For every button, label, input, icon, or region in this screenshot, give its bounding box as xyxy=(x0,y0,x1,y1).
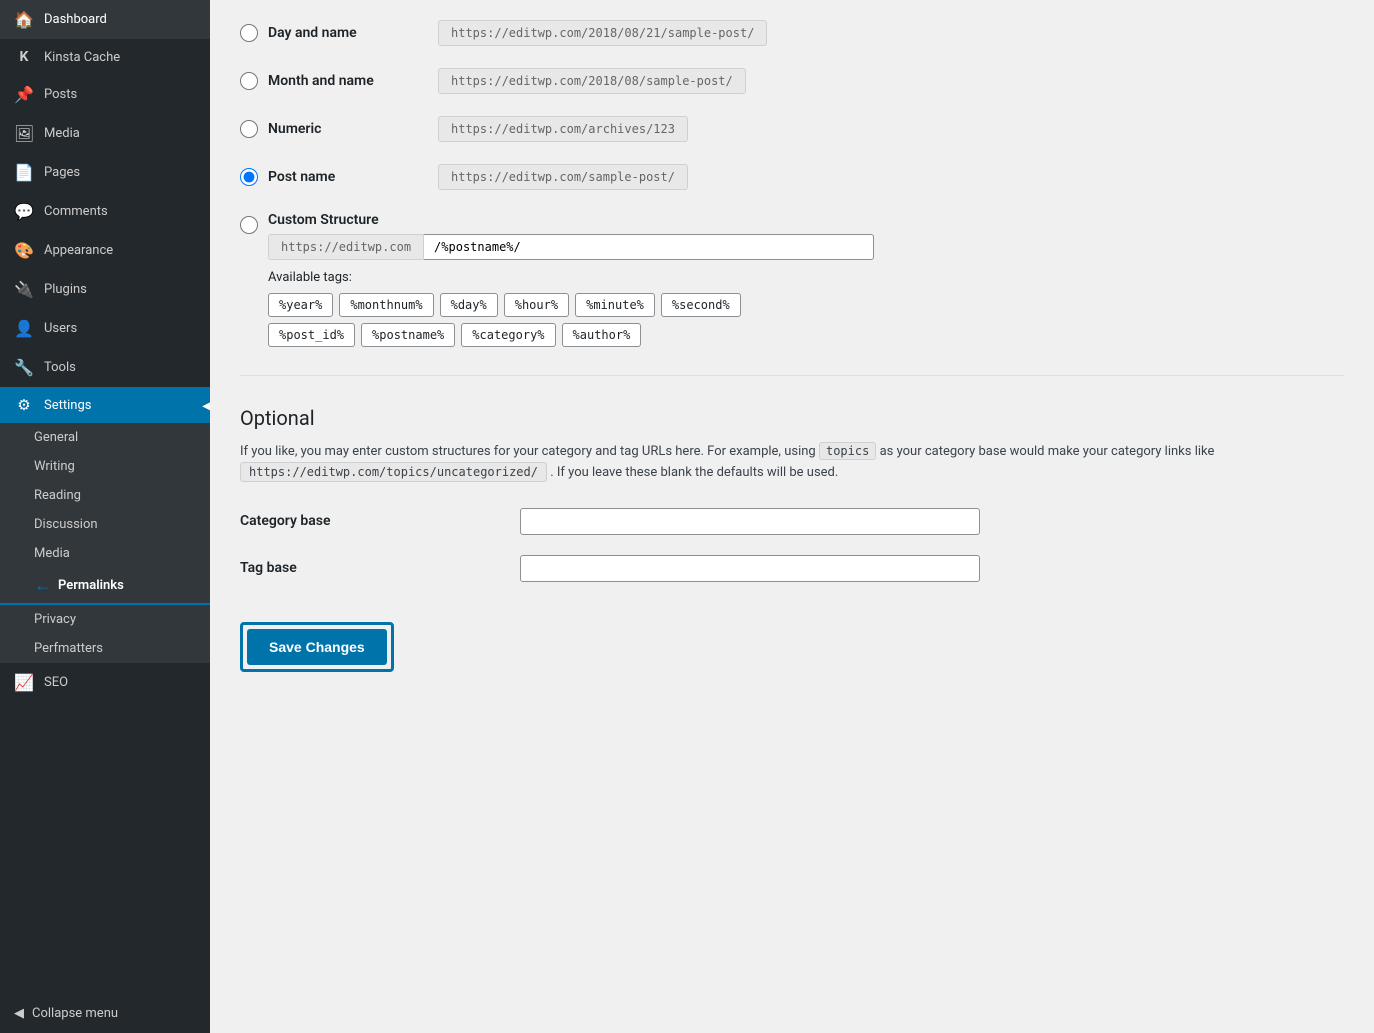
settings-sub-discussion[interactable]: Discussion xyxy=(0,510,210,539)
url-post-name: https://editwp.com/sample-post/ xyxy=(438,164,688,190)
url-numeric: https://editwp.com/archives/123 xyxy=(438,116,688,142)
tag-day[interactable]: %day% xyxy=(440,293,498,317)
collapse-menu[interactable]: ◀ Collapse menu xyxy=(0,994,210,1033)
radio-day-name[interactable] xyxy=(240,24,258,42)
arrow-left-icon: ← xyxy=(34,575,52,596)
label-month-name: Month and name xyxy=(268,73,428,89)
sidebar-item-pages[interactable]: 📄 Pages xyxy=(0,153,210,192)
tag-year[interactable]: %year% xyxy=(268,293,333,317)
settings-sub-privacy[interactable]: Privacy xyxy=(0,605,210,634)
radio-month-name[interactable] xyxy=(240,72,258,90)
label-post-name: Post name xyxy=(268,169,428,185)
appearance-icon: 🎨 xyxy=(14,241,34,260)
input-category-base[interactable] xyxy=(520,508,980,535)
sidebar-item-settings[interactable]: ⚙ Settings ◀ xyxy=(0,387,210,423)
label-day-name: Day and name xyxy=(268,25,428,41)
custom-structure-input[interactable] xyxy=(424,234,874,260)
sidebar-item-appearance[interactable]: 🎨 Appearance xyxy=(0,231,210,270)
sidebar-item-kinsta[interactable]: K Kinsta Cache xyxy=(0,39,210,75)
main-content: Day and name https://editwp.com/2018/08/… xyxy=(210,0,1374,1033)
input-tag-base[interactable] xyxy=(520,555,980,582)
tag-second[interactable]: %second% xyxy=(661,293,741,317)
radio-post-name[interactable] xyxy=(240,168,258,186)
tools-icon: 🔧 xyxy=(14,358,34,377)
permalink-option-custom: Custom Structure https://editwp.com Avai… xyxy=(240,212,1344,353)
plugins-icon: 🔌 xyxy=(14,280,34,299)
collapse-icon: ◀ xyxy=(14,1006,24,1021)
save-button-wrapper: Save Changes xyxy=(240,622,394,672)
tag-hour[interactable]: %hour% xyxy=(504,293,569,317)
settings-icon: ⚙ xyxy=(14,396,34,414)
divider xyxy=(240,375,1344,376)
settings-sub-general[interactable]: General xyxy=(0,423,210,452)
settings-sub-perfmatters[interactable]: Perfmatters xyxy=(0,634,210,663)
example-url: https://editwp.com/topics/uncategorized/ xyxy=(240,462,547,482)
settings-arrow: ◀ xyxy=(202,395,210,416)
custom-url-base: https://editwp.com xyxy=(268,234,424,260)
settings-sub-media[interactable]: Media xyxy=(0,539,210,568)
radio-custom-structure[interactable] xyxy=(240,216,258,234)
settings-sub-reading[interactable]: Reading xyxy=(0,481,210,510)
label-custom-structure: Custom Structure xyxy=(268,212,379,228)
label-numeric: Numeric xyxy=(268,121,428,137)
seo-icon: 📈 xyxy=(14,673,34,692)
url-month-name: https://editwp.com/2018/08/sample-post/ xyxy=(438,68,746,94)
tags-row-2: %post_id% %postname% %category% %author% xyxy=(268,323,874,347)
sidebar-item-comments[interactable]: 💬 Comments xyxy=(0,192,210,231)
tag-minute[interactable]: %minute% xyxy=(575,293,655,317)
users-icon: 👤 xyxy=(14,319,34,338)
optional-description: If you like, you may enter custom struct… xyxy=(240,442,1240,484)
settings-sub-writing[interactable]: Writing xyxy=(0,452,210,481)
field-tag-base: Tag base xyxy=(240,555,1344,582)
sidebar: 🏠 Dashboard K Kinsta Cache 📌 Posts 🖼 Med… xyxy=(0,0,210,1033)
dashboard-icon: 🏠 xyxy=(14,10,34,29)
settings-sub-permalinks[interactable]: ← Permalinks xyxy=(0,568,210,605)
sidebar-item-seo[interactable]: 📈 SEO xyxy=(0,663,210,702)
permalink-option-day-name[interactable]: Day and name https://editwp.com/2018/08/… xyxy=(240,20,1344,46)
permalink-option-month-name[interactable]: Month and name https://editwp.com/2018/0… xyxy=(240,68,1344,94)
tags-row-1: %year% %monthnum% %day% %hour% %minute% … xyxy=(268,293,874,317)
sidebar-item-media[interactable]: 🖼 Media xyxy=(0,114,210,153)
tag-postname[interactable]: %postname% xyxy=(361,323,455,347)
comments-icon: 💬 xyxy=(14,202,34,221)
field-category-base: Category base xyxy=(240,508,1344,535)
label-tag-base: Tag base xyxy=(240,560,520,576)
permalink-option-post-name[interactable]: Post name https://editwp.com/sample-post… xyxy=(240,164,1344,190)
available-tags-label: Available tags: xyxy=(268,270,874,285)
tag-author[interactable]: %author% xyxy=(562,323,642,347)
sidebar-item-dashboard[interactable]: 🏠 Dashboard xyxy=(0,0,210,39)
tag-post-id[interactable]: %post_id% xyxy=(268,323,355,347)
sidebar-item-plugins[interactable]: 🔌 Plugins xyxy=(0,270,210,309)
pages-icon: 📄 xyxy=(14,163,34,182)
tag-category[interactable]: %category% xyxy=(461,323,555,347)
optional-title: Optional xyxy=(240,406,1344,430)
tag-monthnum[interactable]: %monthnum% xyxy=(339,293,433,317)
save-button[interactable]: Save Changes xyxy=(247,629,387,665)
label-category-base: Category base xyxy=(240,513,520,529)
sidebar-item-posts[interactable]: 📌 Posts xyxy=(0,75,210,114)
posts-icon: 📌 xyxy=(14,85,34,104)
radio-numeric[interactable] xyxy=(240,120,258,138)
topics-highlight: topics xyxy=(819,442,876,460)
kinsta-icon: K xyxy=(14,49,34,65)
sidebar-item-tools[interactable]: 🔧 Tools xyxy=(0,348,210,387)
settings-submenu: General Writing Reading Discussion Media… xyxy=(0,423,210,663)
permalink-option-numeric[interactable]: Numeric https://editwp.com/archives/123 xyxy=(240,116,1344,142)
sidebar-item-users[interactable]: 👤 Users xyxy=(0,309,210,348)
url-day-name: https://editwp.com/2018/08/21/sample-pos… xyxy=(438,20,767,46)
media-icon: 🖼 xyxy=(14,124,34,143)
